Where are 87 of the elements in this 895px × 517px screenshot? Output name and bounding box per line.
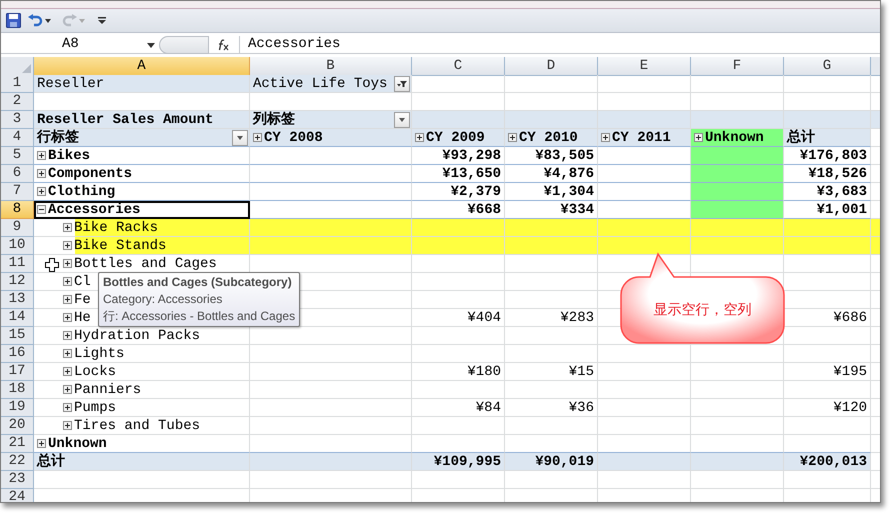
column-header[interactable]: F bbox=[691, 57, 784, 76]
cell-text: 列标签 bbox=[253, 110, 295, 128]
row-header[interactable]: 22 bbox=[1, 453, 34, 471]
row-header[interactable]: 21 bbox=[1, 435, 34, 453]
row-header[interactable]: 12 bbox=[1, 273, 34, 291]
cell-text: 行标签 bbox=[37, 128, 79, 146]
cell-text: Hydration Packs bbox=[74, 326, 200, 344]
cell-text: CY 2010 bbox=[519, 128, 578, 146]
column-header[interactable]: A bbox=[34, 57, 250, 76]
row-header[interactable]: 8 bbox=[1, 201, 34, 219]
cell-text: CY 2009 bbox=[426, 128, 485, 146]
cell-text: Clothing bbox=[48, 182, 116, 200]
table-cell: 总计 bbox=[784, 129, 871, 147]
cell-text: Locks bbox=[74, 362, 116, 380]
column-header[interactable]: B bbox=[250, 57, 412, 76]
cell-text: Active Life Toys bbox=[253, 74, 388, 92]
row-header[interactable]: 2 bbox=[1, 93, 34, 111]
row-header[interactable]: 11 bbox=[1, 255, 34, 273]
cell-text: Bike Racks bbox=[74, 218, 158, 236]
row-header[interactable]: 19 bbox=[1, 399, 34, 417]
table-cell: ¥120 bbox=[784, 399, 871, 417]
row-header[interactable]: 14 bbox=[1, 309, 34, 327]
row-header[interactable]: 17 bbox=[1, 363, 34, 381]
cell-text: He bbox=[74, 308, 91, 326]
row-header[interactable]: 20 bbox=[1, 417, 34, 435]
name-box[interactable]: A8 bbox=[1, 36, 159, 53]
row-header[interactable]: 1 bbox=[1, 75, 34, 93]
table-cell: ¥36 bbox=[505, 399, 598, 417]
table-cell: ¥15 bbox=[505, 363, 598, 381]
table-cell: Reseller bbox=[34, 75, 250, 93]
table-cell: ¥4,876 bbox=[505, 165, 598, 183]
row-header[interactable]: 23 bbox=[1, 471, 34, 489]
table-cell: ¥2,379 bbox=[412, 183, 505, 201]
formula-field[interactable]: Accessories bbox=[248, 34, 340, 55]
column-header[interactable]: C bbox=[412, 57, 505, 76]
row-header[interactable]: 7 bbox=[1, 183, 34, 201]
cell-text: Pumps bbox=[74, 398, 116, 416]
cell-text: Unknown bbox=[705, 128, 764, 146]
cell-text: Components bbox=[48, 164, 132, 182]
table-cell: ¥84 bbox=[412, 399, 505, 417]
column-header[interactable]: G bbox=[784, 57, 871, 76]
table-cell: ¥83,505 bbox=[505, 147, 598, 165]
cell-text: Bottles and Cages bbox=[74, 254, 217, 272]
cell-reference: A8 bbox=[62, 35, 79, 54]
column-header[interactable]: E bbox=[598, 57, 691, 76]
table-cell: ¥13,650 bbox=[412, 165, 505, 183]
row-header[interactable]: 18 bbox=[1, 381, 34, 399]
table-cell: ¥1,304 bbox=[505, 183, 598, 201]
table-cell: ¥90,019 bbox=[505, 453, 598, 471]
table-cell: ¥18,526 bbox=[784, 165, 871, 183]
row-header[interactable]: 3 bbox=[1, 111, 34, 129]
cell-text: Tires and Tubes bbox=[74, 416, 200, 434]
tooltip-text: 行: Accessories - Bottles and Cages bbox=[103, 308, 296, 325]
tooltip-title: Bottles and Cages (Subcategory) bbox=[103, 274, 293, 291]
table-cell: ¥176,803 bbox=[784, 147, 871, 165]
table-cell: ¥200,013 bbox=[784, 453, 871, 471]
cell-text: Cl bbox=[74, 272, 91, 290]
row-header[interactable]: 4 bbox=[1, 129, 34, 147]
column-header[interactable]: D bbox=[505, 57, 598, 76]
table-cell: ¥109,995 bbox=[412, 453, 505, 471]
table-cell: ¥3,683 bbox=[784, 183, 871, 201]
table-cell: 总计 bbox=[34, 453, 250, 471]
cell-text: Bike Stands bbox=[74, 236, 166, 254]
callout-text: 显示空行，空列 bbox=[654, 300, 752, 320]
cell-text: Fe bbox=[74, 290, 91, 308]
cell-text: Accessories bbox=[48, 200, 140, 218]
row-header[interactable]: 5 bbox=[1, 147, 34, 165]
row-header[interactable]: 24 bbox=[1, 489, 34, 502]
row-header[interactable]: 6 bbox=[1, 165, 34, 183]
row-header[interactable]: 9 bbox=[1, 219, 34, 237]
cell-text: Bikes bbox=[48, 146, 90, 164]
table-cell: Reseller Sales Amount bbox=[34, 111, 250, 129]
cell-text: Unknown bbox=[48, 434, 107, 452]
tooltip-text: Category: Accessories bbox=[103, 291, 224, 308]
table-cell: ¥195 bbox=[784, 363, 871, 381]
cell-text: CY 2008 bbox=[264, 128, 323, 146]
table-cell: ¥93,298 bbox=[412, 147, 505, 165]
table-cell: ¥180 bbox=[412, 363, 505, 381]
table-cell: ¥283 bbox=[505, 309, 598, 327]
row-header[interactable]: 10 bbox=[1, 237, 34, 255]
cell-text: Panniers bbox=[74, 380, 142, 398]
row-header[interactable]: 15 bbox=[1, 327, 34, 345]
row-header[interactable]: 16 bbox=[1, 345, 34, 363]
cell-text: CY 2011 bbox=[612, 128, 671, 146]
cell-text: Lights bbox=[74, 344, 124, 362]
row-header[interactable]: 13 bbox=[1, 291, 34, 309]
table-cell: ¥404 bbox=[412, 309, 505, 327]
